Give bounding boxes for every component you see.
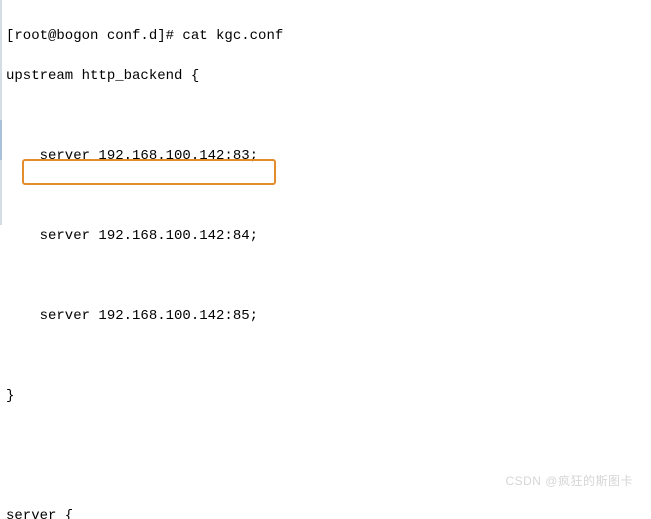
config-line: server 192.168.100.142:84; xyxy=(6,226,651,246)
config-line: } xyxy=(6,386,651,406)
config-line: server 192.168.100.142:83; xyxy=(6,146,651,166)
blank-line xyxy=(6,186,651,206)
highlighted-config-line: server 192.168.100.142:85; xyxy=(6,306,651,326)
terminal[interactable]: [root@bogon conf.d]# cat kgc.conf upstre… xyxy=(0,0,651,519)
blank-line xyxy=(6,346,651,366)
blank-line xyxy=(6,266,651,286)
blank-line xyxy=(6,426,651,446)
config-line: server { xyxy=(6,506,651,519)
prompt-line: [root@bogon conf.d]# cat kgc.conf xyxy=(6,26,651,46)
blank-line xyxy=(6,466,651,486)
blank-line xyxy=(6,106,651,126)
config-line: upstream http_backend { xyxy=(6,66,651,86)
